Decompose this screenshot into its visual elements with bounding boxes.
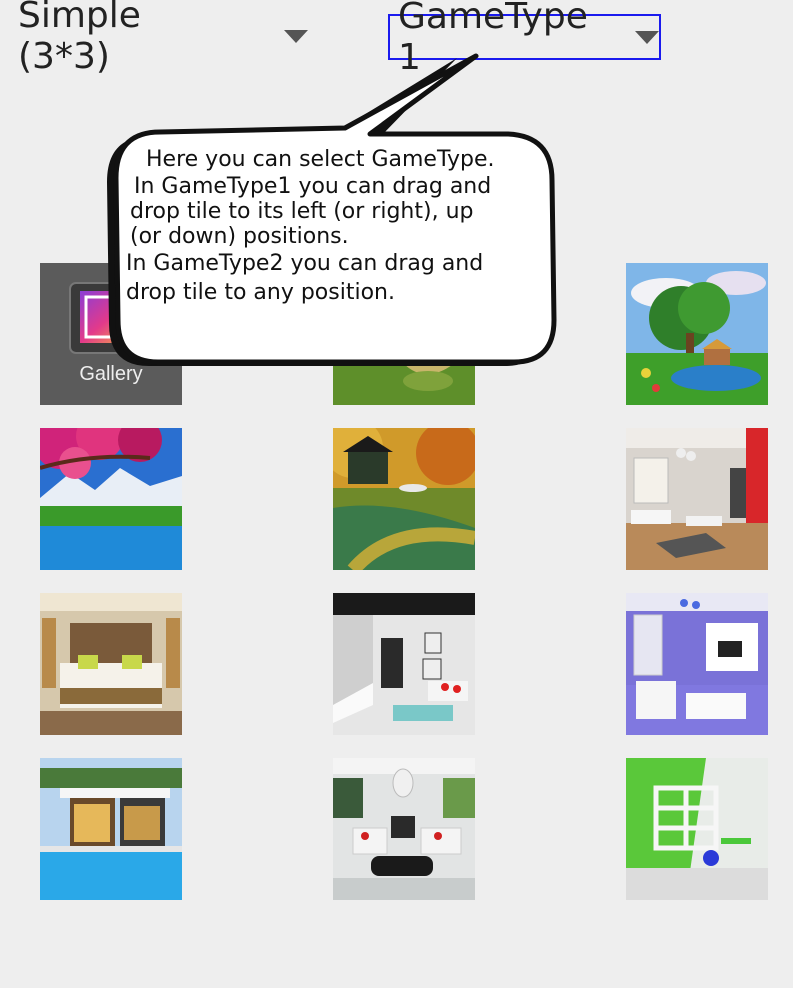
interior-thumbnail — [333, 758, 475, 900]
gallery-tile[interactable]: Gallery — [40, 263, 182, 405]
landscape-thumbnail — [333, 428, 475, 570]
tooltip-line: drop tile to its left (or right), up — [130, 199, 474, 224]
image-tile[interactable] — [40, 428, 182, 570]
tooltip-line: In GameType1 you can drag and — [134, 174, 492, 199]
image-tile[interactable] — [626, 593, 768, 735]
interior-thumbnail — [40, 593, 182, 735]
interior-thumbnail — [333, 593, 475, 735]
difficulty-spinner[interactable]: Simple (3*3) — [18, 0, 308, 77]
image-tile[interactable] — [333, 263, 475, 405]
image-tile[interactable] — [626, 758, 768, 900]
image-tile[interactable] — [333, 593, 475, 735]
dropdown-arrow-icon[interactable] — [284, 29, 308, 43]
tooltip-line: (or down) positions. — [130, 224, 349, 249]
image-tile[interactable] — [40, 593, 182, 735]
interior-thumbnail — [626, 593, 768, 735]
difficulty-value: Simple (3*3) — [18, 0, 141, 77]
interior-thumbnail — [626, 428, 768, 570]
image-tile[interactable] — [626, 428, 768, 570]
image-tile[interactable] — [40, 758, 182, 900]
landscape-thumbnail — [40, 428, 182, 570]
dropdown-arrow-icon[interactable] — [635, 30, 659, 44]
landscape-thumbnail — [333, 263, 475, 405]
gametype-spinner[interactable]: GameType 1 — [388, 0, 661, 78]
gallery-label: Gallery — [79, 363, 143, 385]
image-tile[interactable] — [333, 428, 475, 570]
exterior-thumbnail — [40, 758, 182, 900]
landscape-thumbnail — [626, 263, 768, 405]
tooltip-line: Here you can select GameType. — [146, 147, 495, 172]
image-tile[interactable] — [626, 263, 768, 405]
interior-thumbnail — [626, 758, 768, 900]
image-tile[interactable] — [333, 758, 475, 900]
gametype-value: GameType 1 — [398, 0, 588, 78]
